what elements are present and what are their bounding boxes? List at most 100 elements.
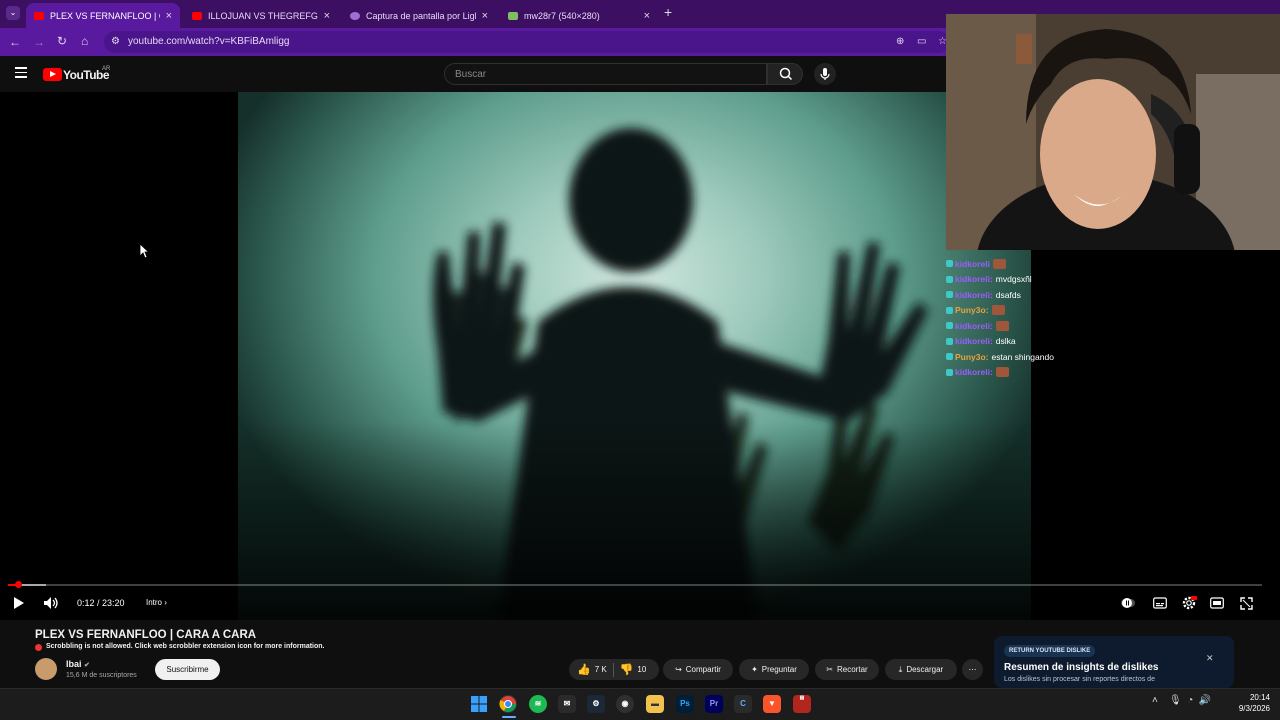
close-tab-icon[interactable]: × bbox=[482, 10, 488, 22]
photoshop-icon[interactable]: Ps bbox=[676, 695, 694, 713]
thumbs-up-icon: 👍 bbox=[577, 664, 591, 676]
zoom-icon[interactable]: ⊕ bbox=[896, 36, 904, 47]
home-icon[interactable]: ⌂ bbox=[81, 34, 88, 48]
scissors-icon: ✂ bbox=[826, 665, 833, 674]
reload-icon[interactable]: ↻ bbox=[57, 34, 67, 48]
share-button[interactable]: ↪ Compartir bbox=[663, 659, 733, 680]
tab-search-icon[interactable]: ⌄ bbox=[6, 6, 20, 20]
chat-username: kidkoreli: bbox=[955, 274, 993, 285]
ccleaner-icon[interactable]: C bbox=[734, 695, 752, 713]
verified-icon: ✔ bbox=[84, 662, 90, 669]
scrobbler-notice[interactable]: Scrobbling is not allowed. Click web scr… bbox=[46, 643, 325, 650]
url-text[interactable]: youtube.com/watch?v=KBFiBAmligg bbox=[128, 36, 289, 47]
chat-message: Puny3o: bbox=[946, 303, 1126, 319]
speaker-icon[interactable]: 🔊 bbox=[1199, 695, 1211, 706]
tab-title: mw28r7 (540×280) bbox=[524, 10, 600, 21]
new-tab-icon[interactable]: + bbox=[664, 4, 672, 20]
channel-name[interactable]: Ibai ✔ bbox=[66, 659, 90, 669]
back-icon[interactable]: ← bbox=[9, 35, 21, 49]
voicemeeter-icon[interactable]: ▤ bbox=[793, 695, 811, 713]
download-button[interactable]: ⤓ Descargar bbox=[885, 659, 957, 680]
like-button[interactable]: 👍 7 K bbox=[577, 663, 607, 676]
chat-username: Puny3o: bbox=[955, 305, 989, 316]
clip-button[interactable]: ✂ Recortar bbox=[815, 659, 879, 680]
streamer-webcam-overlay bbox=[946, 14, 1280, 250]
thumbs-down-icon: 👎 bbox=[619, 664, 634, 676]
subtitles-icon[interactable] bbox=[1153, 597, 1167, 612]
chrome-icon[interactable] bbox=[499, 695, 517, 713]
download-icon: ⤓ bbox=[898, 664, 903, 674]
mouse-cursor-icon bbox=[139, 243, 150, 264]
chat-username: kidkoreli: bbox=[955, 367, 993, 378]
miniplayer-icon[interactable] bbox=[1210, 597, 1224, 612]
chat-message: kidkoreli: bbox=[946, 318, 1126, 334]
chat-badge-icon bbox=[946, 306, 953, 314]
subscribe-button[interactable]: Suscribirme bbox=[155, 659, 220, 680]
menu-icon[interactable] bbox=[15, 67, 27, 78]
clock-time: 20:14 bbox=[1249, 693, 1270, 702]
search-input[interactable] bbox=[444, 63, 767, 85]
dislike-button[interactable]: 👎 10 bbox=[620, 663, 647, 676]
taskbar-clock[interactable]: 20:14 9/3/2026 bbox=[1230, 692, 1270, 714]
chapter-title: Intro bbox=[146, 598, 163, 607]
clip-label: Recortar bbox=[837, 665, 868, 674]
ask-button[interactable]: ✦ Preguntar bbox=[739, 659, 809, 680]
chapter-button[interactable]: Intro › bbox=[146, 598, 167, 607]
tab-plex-vs-fernanfloo[interactable]: PLEX VS FERNANFLOO | CARA A × bbox=[26, 3, 180, 28]
system-tray[interactable]: ˄ 🎙 ◔ 🔊 bbox=[1152, 695, 1211, 706]
like-dislike-group: 👍 7 K 👎 10 bbox=[569, 659, 659, 680]
chat-username: Puny3o: bbox=[955, 351, 989, 362]
spotify-icon[interactable]: ≋ bbox=[529, 695, 547, 713]
chat-username: kidkoreli: bbox=[955, 320, 993, 331]
site-info-icon[interactable]: ⚙ bbox=[111, 36, 120, 47]
search-icon bbox=[779, 67, 793, 81]
video-scrubber-handle[interactable] bbox=[15, 581, 22, 588]
channel-avatar[interactable] bbox=[35, 658, 57, 680]
extension-badge: RETURN YOUTUBE DISLIKE bbox=[1004, 645, 1096, 657]
volume-icon[interactable] bbox=[43, 596, 59, 613]
more-actions-button[interactable]: ⋯ bbox=[962, 659, 983, 680]
autoplay-toggle[interactable] bbox=[1121, 597, 1135, 612]
extension-subtitle: Los dislikes sin procesar sin reportes d… bbox=[1004, 676, 1155, 683]
search-button[interactable] bbox=[767, 63, 803, 85]
chevron-up-icon[interactable]: ˄ bbox=[1152, 695, 1158, 706]
close-icon[interactable]: ✕ bbox=[1206, 653, 1214, 664]
close-tab-icon[interactable]: × bbox=[324, 10, 330, 22]
chat-text: dslka bbox=[995, 336, 1016, 347]
close-tab-icon[interactable]: × bbox=[644, 10, 650, 22]
chat-message: kidkoreli bbox=[946, 256, 1126, 272]
tab-illojuan-vs-thegrefg[interactable]: ILLOJUAN VS THEGREFG | CARA × bbox=[184, 3, 338, 28]
video-frame[interactable] bbox=[238, 92, 1031, 620]
sparkle-icon: ✦ bbox=[751, 665, 758, 674]
microphone-tray-icon[interactable]: 🎙 bbox=[1169, 695, 1182, 706]
premiere-icon[interactable]: Pr bbox=[705, 695, 723, 713]
windows-start-icon[interactable] bbox=[470, 695, 488, 713]
tab-lightshot[interactable]: Captura de pantalla por Lightsh × bbox=[342, 3, 496, 28]
video-progress-track[interactable] bbox=[8, 584, 1262, 586]
subscriber-count: 15,6 M de suscriptores bbox=[66, 672, 137, 679]
cast-icon[interactable]: ▭ bbox=[917, 36, 926, 47]
voice-search-button[interactable] bbox=[814, 63, 836, 85]
channel-name-text: Ibai bbox=[66, 659, 82, 669]
settings-gear-icon[interactable] bbox=[1181, 595, 1197, 614]
steam-icon[interactable]: ⚙ bbox=[587, 695, 605, 713]
chat-text: estan shingando bbox=[991, 351, 1054, 362]
scrobbler-error-icon bbox=[35, 644, 42, 651]
forward-icon[interactable]: → bbox=[33, 35, 45, 49]
play-icon[interactable] bbox=[13, 596, 25, 613]
chat-username: kidkoreli: bbox=[955, 336, 993, 347]
wifi-icon[interactable]: ◔ bbox=[1187, 695, 1193, 706]
chat-message: kidkoreli: mvdgsxñl bbox=[946, 272, 1126, 288]
youtube-logo-icon[interactable] bbox=[43, 68, 62, 81]
tab-image[interactable]: mw28r7 (540×280) × bbox=[500, 3, 658, 28]
active-app-indicator bbox=[502, 716, 516, 718]
brave-icon[interactable]: ▼ bbox=[763, 695, 781, 713]
image-icon bbox=[508, 11, 518, 20]
file-explorer-icon[interactable]: ▬ bbox=[646, 695, 664, 713]
fullscreen-icon[interactable] bbox=[1240, 597, 1253, 613]
close-tab-icon[interactable]: × bbox=[166, 10, 172, 22]
obs-icon[interactable]: ◉ bbox=[616, 695, 634, 713]
chat-badge-icon bbox=[946, 322, 953, 330]
mail-icon[interactable]: ✉ bbox=[558, 695, 576, 713]
stream-chat-overlay: kidkoreli kidkoreli: mvdgsxñl kidkoreli: dsa… bbox=[946, 256, 1126, 380]
